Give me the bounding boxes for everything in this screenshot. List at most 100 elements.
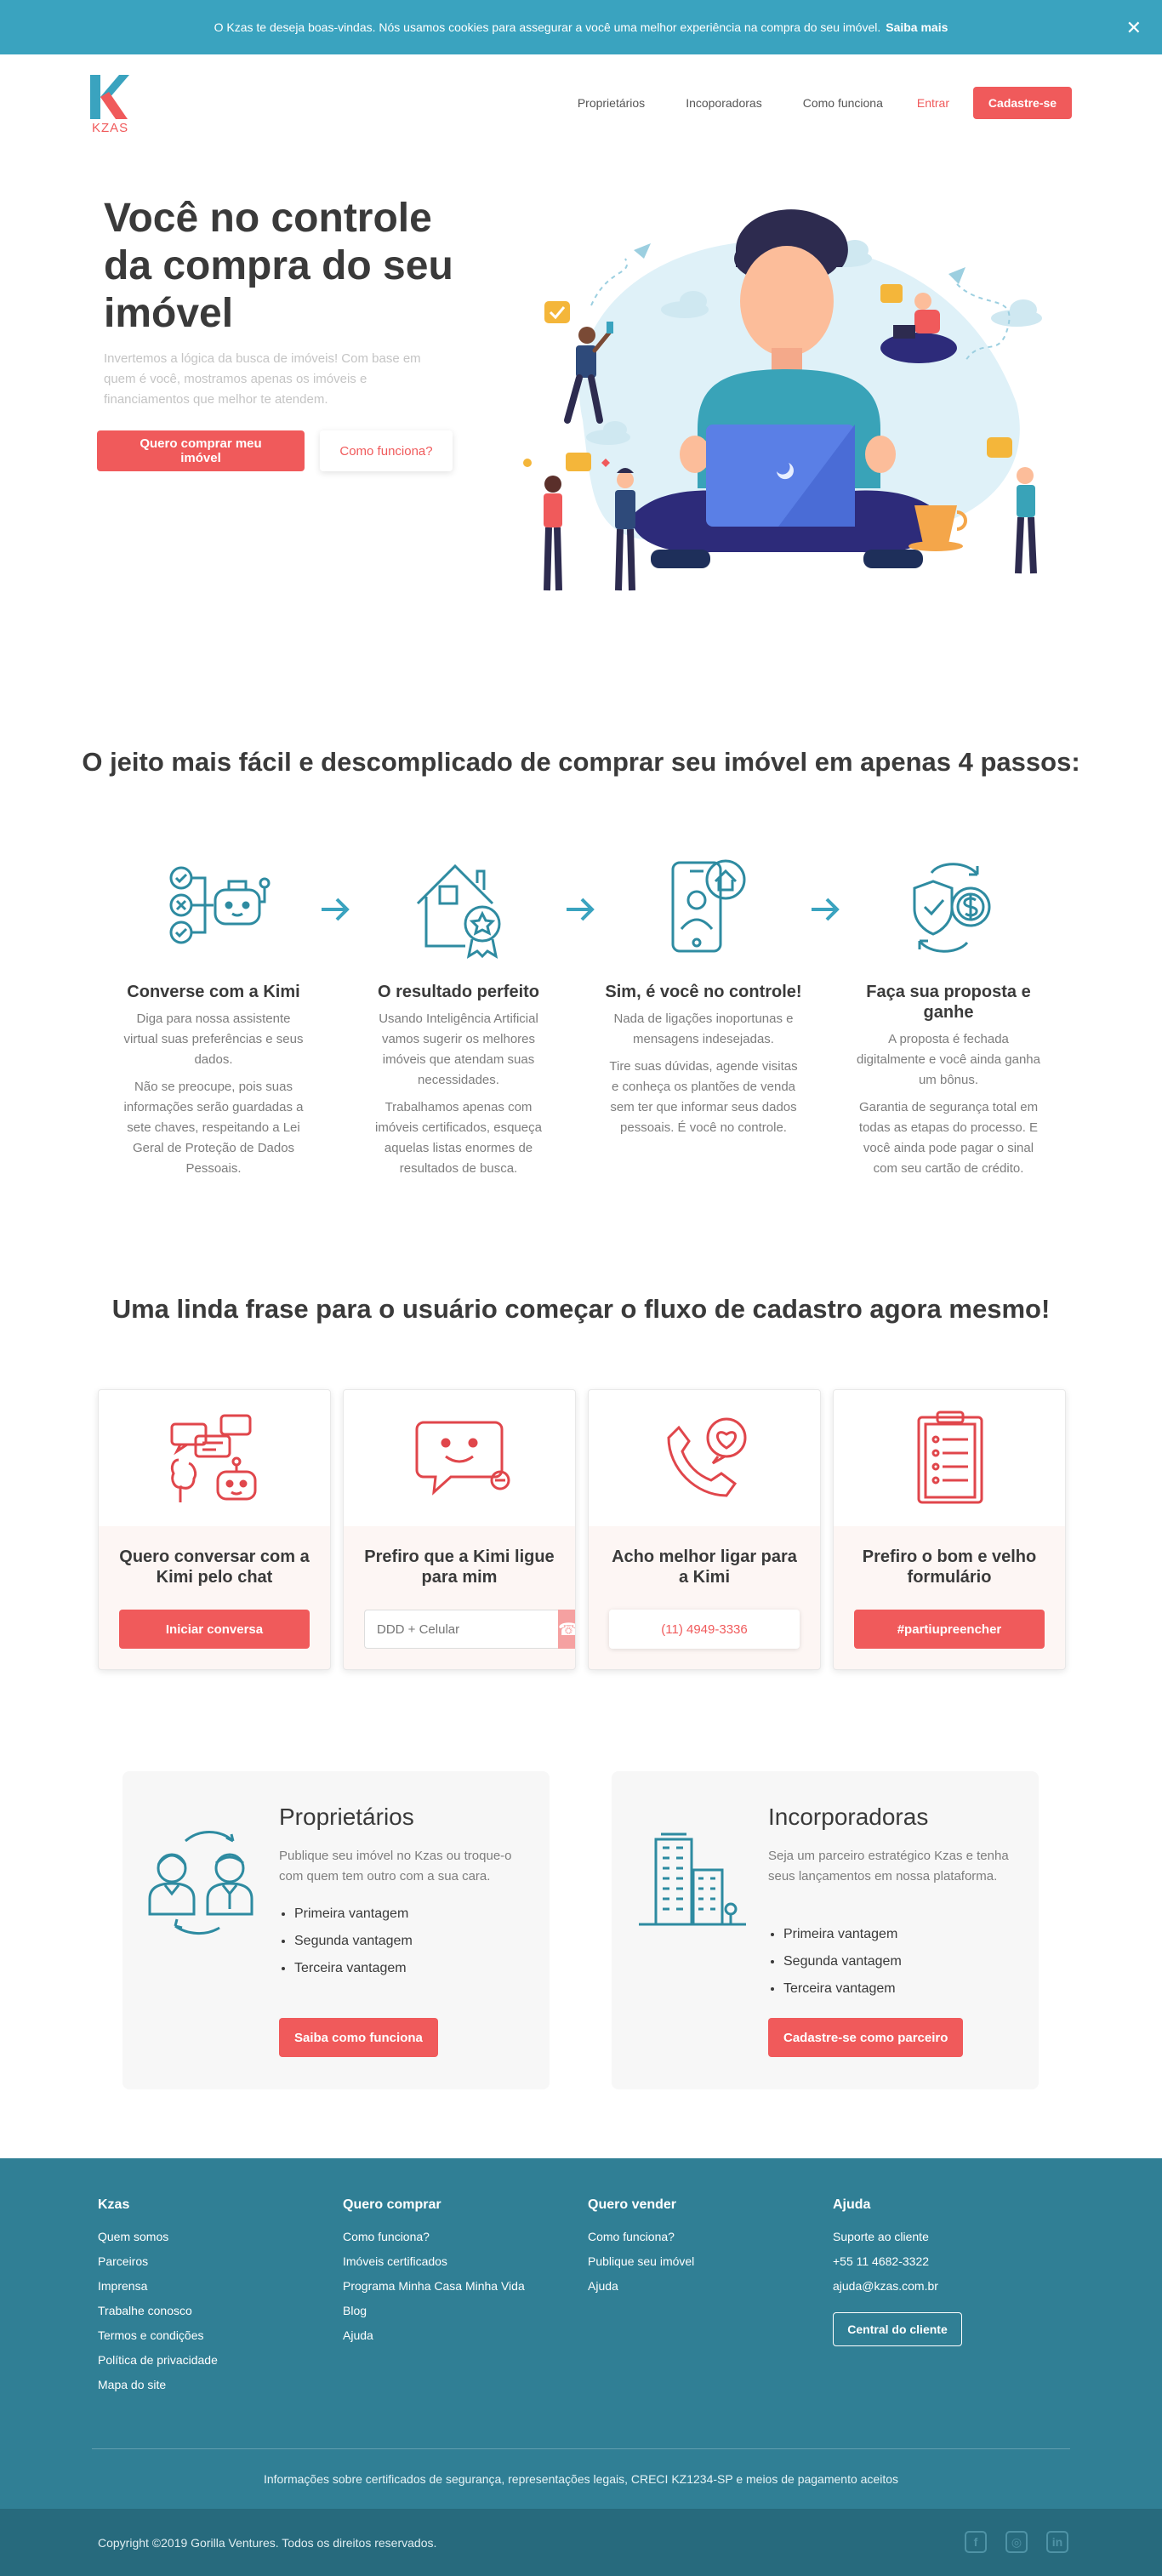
nav-owners[interactable]: Proprietários <box>578 96 645 110</box>
benefit-item: Segunda vantagem <box>294 1928 413 1955</box>
hero-title: Você no controle da compra do seu imóvel <box>104 196 453 336</box>
benefit-item: Terceira vantagem <box>783 1975 902 2003</box>
footer-link[interactable]: Termos e condições <box>98 2323 218 2348</box>
step-you-in-control: Sim, é você no controle! Nada de ligaçõe… <box>601 851 806 1138</box>
learn-how-button[interactable]: Saiba como funciona <box>279 2018 438 2057</box>
people-exchange-icon <box>148 1831 253 1935</box>
footer-heading: Quero comprar <box>343 2197 441 2212</box>
cookie-text: O Kzas te deseja boas-vindas. Nós usamos… <box>214 20 881 34</box>
card-title: Acho melhor ligar para a Kimi <box>612 1547 797 1587</box>
buildings-icon <box>639 1832 746 1926</box>
phone-number-input[interactable] <box>364 1610 558 1649</box>
fill-form-button[interactable]: #partiupreencher <box>854 1610 1045 1649</box>
clipboard-form-icon <box>917 1411 983 1504</box>
nav-how-it-works[interactable]: Como funciona <box>803 96 883 110</box>
phone-call-icon[interactable]: ☎ <box>558 1610 575 1649</box>
kzas-logo[interactable]: KZAS <box>88 75 133 135</box>
footer-link[interactable]: Imprensa <box>98 2274 218 2299</box>
step-text: Trabalhamos apenas com imóveis certifica… <box>375 1100 542 1176</box>
linkedin-icon[interactable]: in <box>1046 2531 1068 2553</box>
step-text: Garantia de segurança total em todas as … <box>858 1100 1039 1176</box>
benefit-item: Primeira vantagem <box>783 1921 902 1948</box>
step-proposal: Faça sua proposta e ganhe A proposta é f… <box>846 851 1051 1179</box>
footer-link[interactable]: Como funciona? <box>588 2225 694 2249</box>
step-text: Não se preocupe, pois suas informações s… <box>123 1080 304 1176</box>
card-callback: Prefiro que a Kimi ligue para mim ☎ <box>343 1389 576 1670</box>
footer-col-help: Ajuda Suporte ao cliente +55 11 4682-332… <box>833 2197 962 2346</box>
cards-title: Uma linda frase para o usuário começar o… <box>111 1294 1051 1324</box>
customer-center-button[interactable]: Central do cliente <box>833 2312 962 2346</box>
footer-link[interactable]: Suporte ao cliente <box>833 2225 962 2249</box>
footer-link[interactable]: Publique seu imóvel <box>588 2249 694 2274</box>
owners-benefits: Primeira vantagem Segunda vantagem Terce… <box>294 1901 413 1982</box>
owners-title: Proprietários <box>279 1804 414 1830</box>
footer-divider <box>92 2448 1070 2449</box>
footer-link[interactable]: Programa Minha Casa Minha Vida <box>343 2274 525 2299</box>
house-award-icon <box>416 863 501 960</box>
cookie-learn-more-link[interactable]: Saiba mais <box>886 20 948 34</box>
chat-bot-icon <box>170 1414 257 1502</box>
hero-illustration <box>523 209 1042 591</box>
footer-heading: Ajuda <box>833 2197 871 2212</box>
step-chat-kimi: Converse com a Kimi Diga para nossa assi… <box>111 851 316 1179</box>
footer-col-buy: Quero comprar Como funciona? Imóveis cer… <box>343 2197 525 2348</box>
owners-text: Publique seu imóvel no Kzas ou troque-o … <box>279 1849 512 1884</box>
footer-heading: Kzas <box>98 2197 130 2212</box>
step-title: Faça sua proposta e ganhe <box>866 983 1031 1022</box>
step-title: Sim, é você no controle! <box>605 983 802 1001</box>
benefit-item: Primeira vantagem <box>294 1901 413 1928</box>
step-title: Converse com a Kimi <box>127 983 300 1001</box>
signup-button[interactable]: Cadastre-se <box>973 87 1072 119</box>
footer-link[interactable]: Imóveis certificados <box>343 2249 525 2274</box>
footer-link[interactable]: Como funciona? <box>343 2225 525 2249</box>
card-form: Prefiro o bom e velho formulário #partiu… <box>833 1389 1066 1670</box>
site-header: KZAS Proprietários Incoporadoras Como fu… <box>0 54 1162 152</box>
footer-link[interactable]: Ajuda <box>343 2323 525 2348</box>
shield-money-icon <box>913 863 991 953</box>
step-text: Usando Inteligência Artificial vamos sug… <box>379 1012 538 1087</box>
footer-link[interactable]: Política de privacidade <box>98 2348 218 2373</box>
builders-text: Seja um parceiro estratégico Kzas e tenh… <box>768 1849 1009 1884</box>
footer-phone[interactable]: +55 11 4682-3322 <box>833 2249 962 2274</box>
instagram-icon[interactable]: ◎ <box>1005 2531 1028 2553</box>
owners-panel: Proprietários Publique seu imóvel no Kza… <box>122 1771 550 2089</box>
buy-property-button[interactable]: Quero comprar meu imóvel <box>97 430 305 471</box>
site-footer: Kzas Quem somos Parceiros Imprensa Traba… <box>0 2158 1162 2509</box>
step-title: O resultado perfeito <box>377 983 540 1001</box>
partner-signup-button[interactable]: Cadastre-se como parceiro <box>768 2018 964 2057</box>
builders-panel: Incorporadoras Seja um parceiro estratég… <box>612 1771 1039 2089</box>
footer-link[interactable]: Mapa do site <box>98 2373 218 2397</box>
footer-link[interactable]: Blog <box>343 2299 525 2323</box>
step-perfect-result: O resultado perfeito Usando Inteligência… <box>356 851 561 1179</box>
step-text: Tire suas dúvidas, agende visitas e conh… <box>609 1059 798 1135</box>
login-link[interactable]: Entrar <box>917 96 949 110</box>
how-it-works-button[interactable]: Como funciona? <box>320 430 453 471</box>
arrow-right-icon <box>812 898 840 921</box>
close-icon[interactable]: ✕ <box>1126 17 1142 39</box>
logo-text: KZAS <box>92 121 129 135</box>
card-chat: Quero conversar com a Kimi pelo chat Ini… <box>98 1389 331 1670</box>
card-title: Quero conversar com a Kimi pelo chat <box>119 1547 310 1587</box>
step-text: A proposta é fechada digitalmente e você… <box>857 1032 1040 1087</box>
footer-link[interactable]: Ajuda <box>588 2274 694 2299</box>
card-title: Prefiro o bom e velho formulário <box>862 1547 1037 1587</box>
facebook-icon[interactable]: f <box>965 2531 987 2553</box>
arrow-right-icon <box>322 898 350 921</box>
footer-link[interactable]: Parceiros <box>98 2249 218 2274</box>
footer-legal-text: Informações sobre certificados de segura… <box>263 2472 899 2486</box>
footer-email[interactable]: ajuda@kzas.com.br <box>833 2274 962 2299</box>
chatbot-checklist-icon <box>169 866 271 944</box>
footer-link[interactable]: Quem somos <box>98 2225 218 2249</box>
social-links: f ◎ in <box>946 2531 1068 2553</box>
start-chat-button[interactable]: Iniciar conversa <box>119 1610 310 1649</box>
nav-builders[interactable]: Incoporadoras <box>686 96 762 110</box>
card-call-kimi: Acho melhor ligar para a Kimi (11) 4949-… <box>588 1389 821 1670</box>
footer-link[interactable]: Trabalhe conosco <box>98 2299 218 2323</box>
copyright: Copyright ©2019 Gorilla Ventures. Todos … <box>98 2536 437 2550</box>
footer-col-sell: Quero vender Como funciona? Publique seu… <box>588 2197 694 2299</box>
step-text: Nada de ligações inoportunas e mensagens… <box>613 1012 794 1046</box>
benefit-item: Terceira vantagem <box>294 1955 413 1982</box>
cookie-banner: O Kzas te deseja boas-vindas. Nós usamos… <box>0 0 1162 54</box>
main-nav: Proprietários Incoporadoras Como funcion… <box>537 87 1072 119</box>
call-kimi-button[interactable]: (11) 4949-3336 <box>609 1610 800 1649</box>
